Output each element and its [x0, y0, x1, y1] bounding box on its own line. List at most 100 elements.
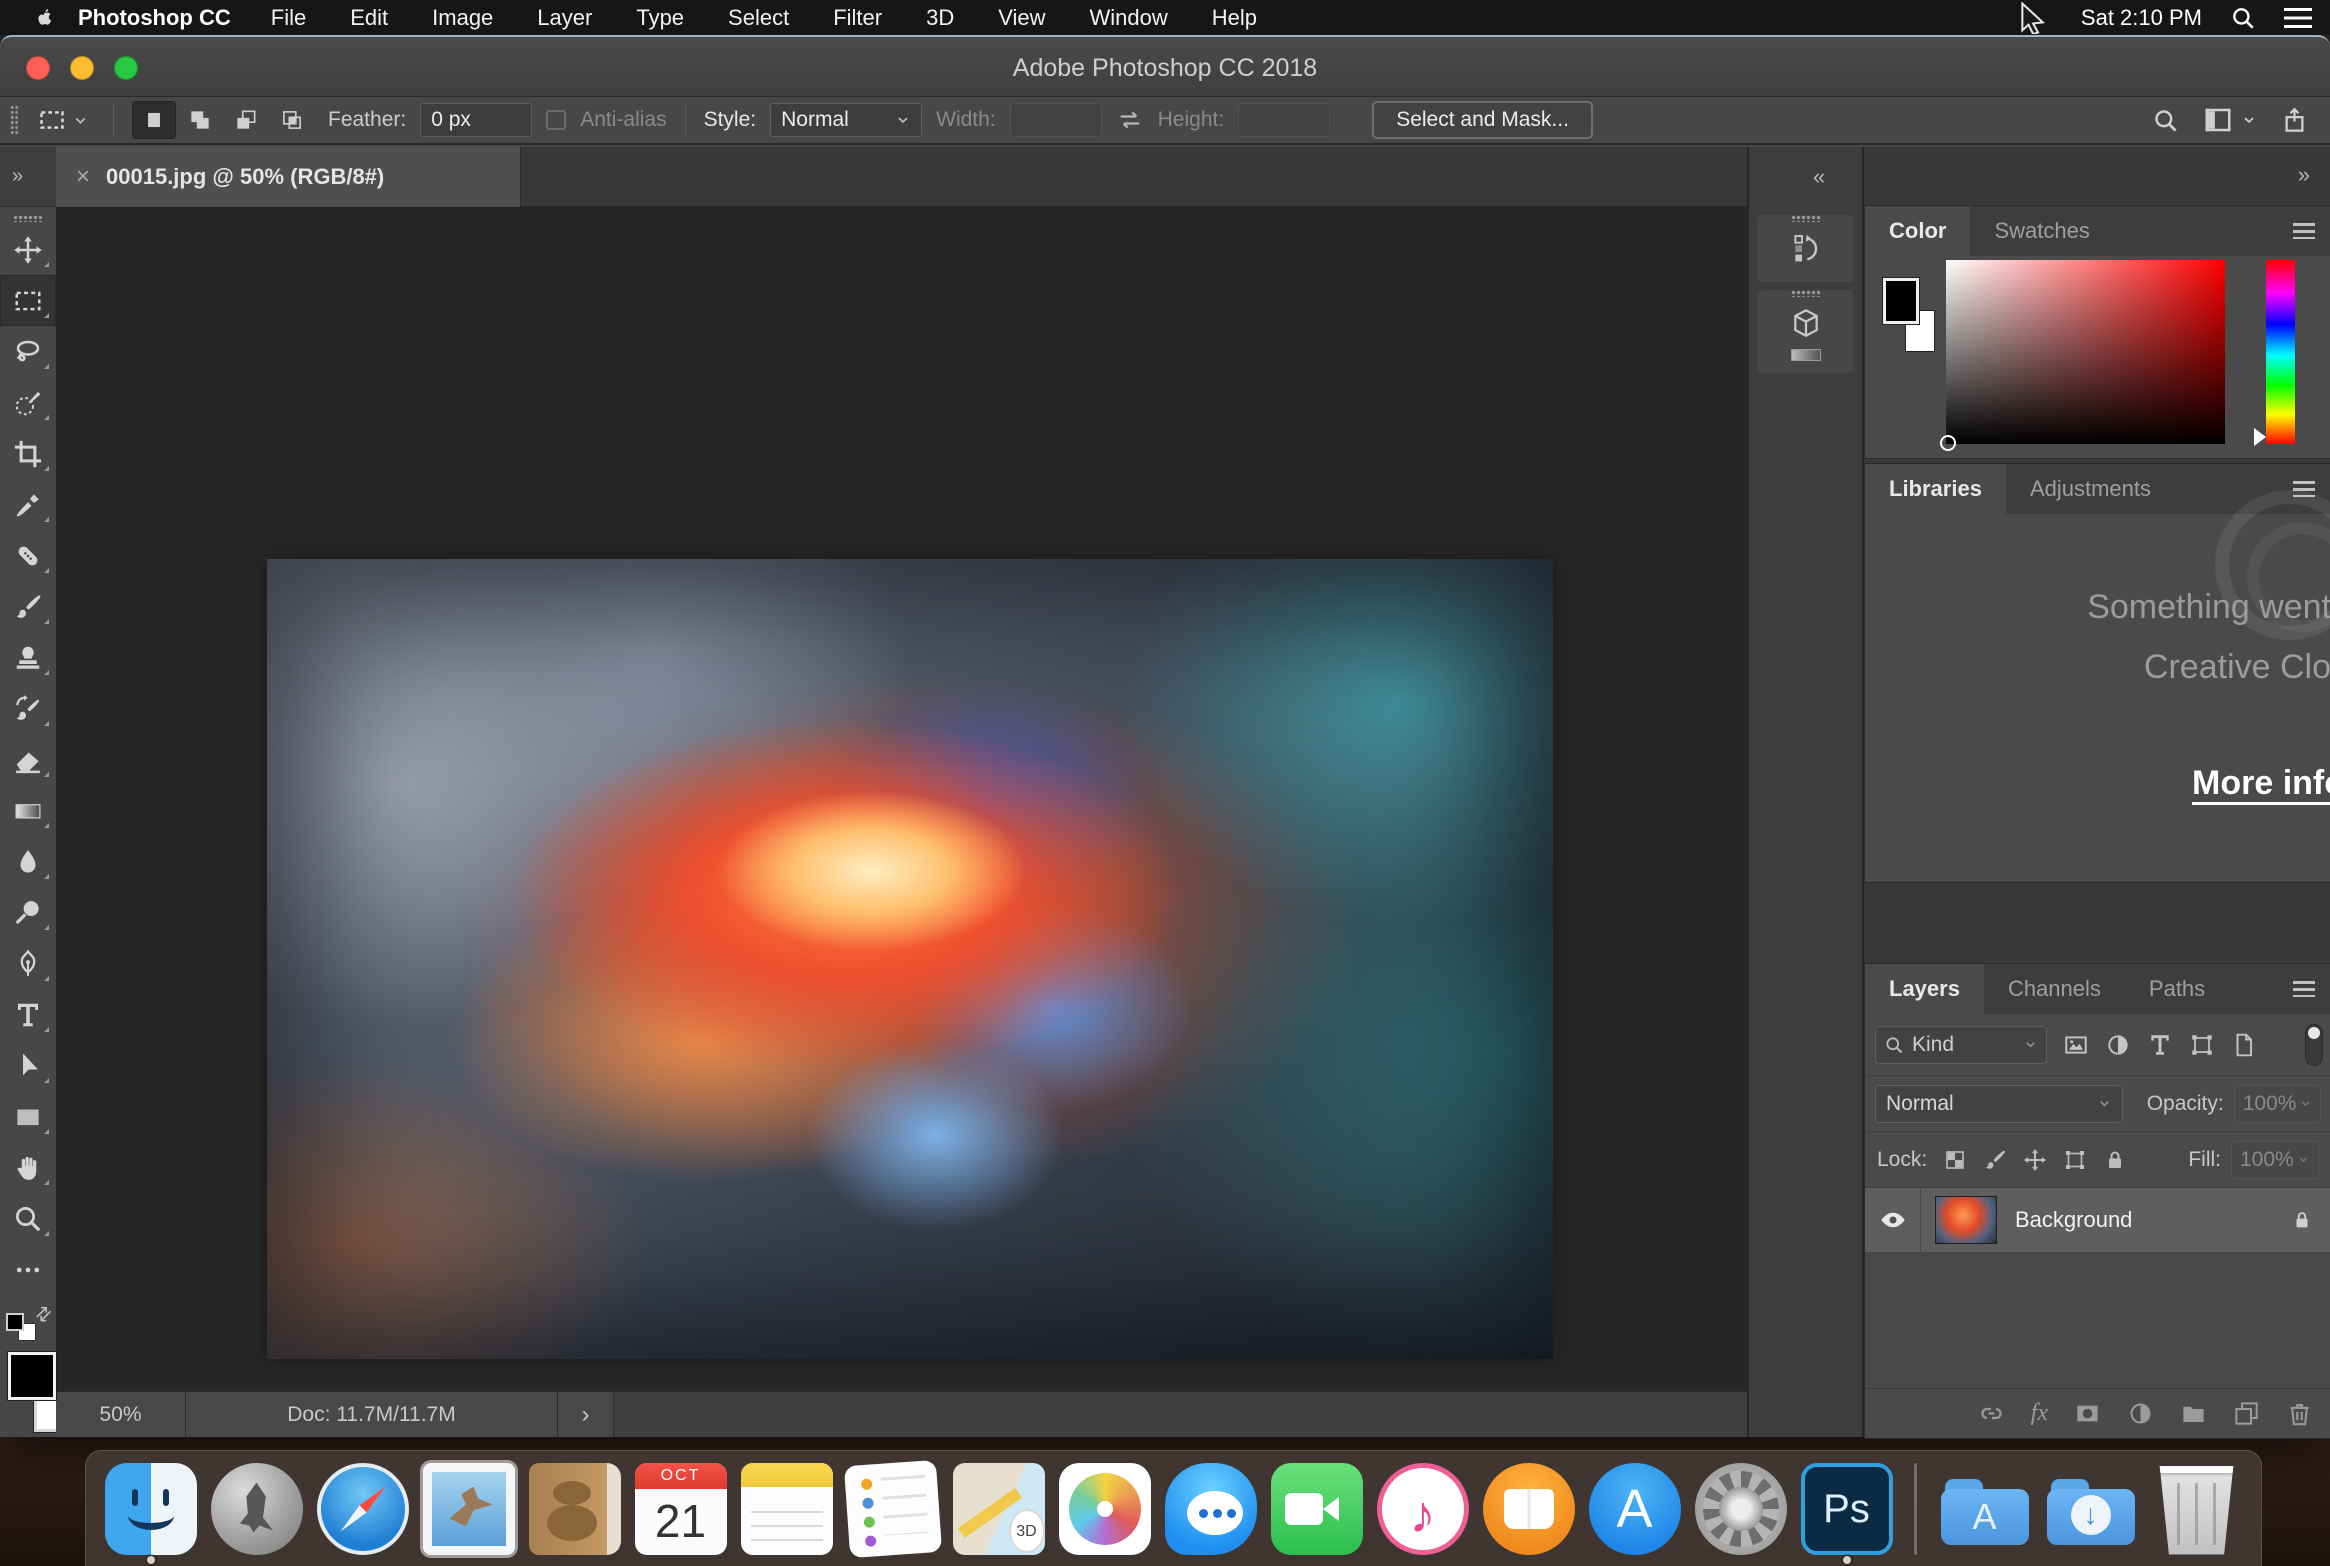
select-and-mask-button[interactable]: Select and Mask...: [1372, 101, 1593, 139]
add-to-selection-button[interactable]: [178, 101, 222, 139]
saturation-brightness-field[interactable]: [1940, 260, 2225, 451]
lasso-tool[interactable]: [0, 326, 56, 377]
options-grip-handle[interactable]: [10, 105, 18, 135]
type-tool[interactable]: [0, 989, 56, 1040]
layer-filter-kind-dropdown[interactable]: Kind: [1875, 1025, 2047, 1064]
blur-tool[interactable]: [0, 836, 56, 887]
menu-app-name[interactable]: Photoshop CC: [78, 5, 231, 31]
lock-artboard-icon[interactable]: [2063, 1148, 2087, 1172]
eyedropper-tool[interactable]: [0, 479, 56, 530]
panel-tab[interactable]: Channels: [1984, 964, 2125, 1014]
gradient-tool[interactable]: [0, 785, 56, 836]
rectangle-tool[interactable]: [0, 1091, 56, 1142]
notes[interactable]: [739, 1453, 835, 1565]
width-input[interactable]: [1009, 103, 1102, 137]
safari[interactable]: [315, 1453, 411, 1565]
layer-locked-icon[interactable]: [2291, 1209, 2313, 1231]
reminders[interactable]: [843, 1453, 942, 1565]
trash[interactable]: [2149, 1453, 2245, 1565]
status-options-chevron[interactable]: ›: [558, 1392, 614, 1437]
menu-item[interactable]: Layer: [515, 0, 614, 35]
spot-healing-brush-tool[interactable]: [0, 530, 56, 581]
menu-item[interactable]: Select: [706, 0, 811, 35]
panel-tab[interactable]: Adjustments: [2006, 464, 2175, 514]
opacity-value[interactable]: 100%: [2233, 1084, 2321, 1123]
photos[interactable]: [1057, 1453, 1153, 1565]
filter-shape-layers-icon[interactable]: [2189, 1032, 2215, 1058]
expand-panels-control[interactable]: »: [1864, 147, 2330, 203]
history-panel-icon[interactable]: [1757, 224, 1854, 272]
layer-style-icon[interactable]: fx: [2031, 1400, 2048, 1427]
toolbar-expand-control[interactable]: »: [0, 147, 56, 207]
menu-clock[interactable]: Sat 2:10 PM: [2081, 5, 2202, 31]
panel-tab[interactable]: Paths: [2125, 964, 2229, 1014]
layer-filter-toggle[interactable]: [2305, 1024, 2323, 1066]
system-preferences[interactable]: [1693, 1453, 1789, 1565]
filter-adjustment-layers-icon[interactable]: [2105, 1032, 2131, 1058]
brush-tool[interactable]: [0, 581, 56, 632]
add-layer-mask-icon[interactable]: [2074, 1400, 2101, 1427]
panel-grip-handle[interactable]: [1790, 290, 1821, 297]
panel-grip-handle[interactable]: [1790, 215, 1821, 222]
workspace-switcher[interactable]: [2203, 105, 2257, 135]
mini-foreground-swatch[interactable]: [6, 1313, 24, 1331]
document-size-info[interactable]: Doc: 11.7M/11.7M: [186, 1392, 558, 1437]
crop-tool[interactable]: [0, 428, 56, 479]
contacts[interactable]: [527, 1453, 623, 1565]
menu-item[interactable]: Edit: [328, 0, 410, 35]
history-brush-tool[interactable]: [0, 683, 56, 734]
subtract-from-selection-button[interactable]: [224, 101, 268, 139]
tab-close-icon[interactable]: ×: [76, 163, 90, 191]
downloads-folder[interactable]: ↓: [2043, 1453, 2139, 1565]
style-dropdown[interactable]: Normal: [770, 103, 923, 137]
gradients-panel-icon[interactable]: [1790, 349, 1821, 361]
panel-tab[interactable]: Libraries: [1865, 464, 2006, 514]
foreground-color-swatch[interactable]: [8, 1352, 56, 1400]
menu-item[interactable]: Help: [1190, 0, 1279, 35]
toolbar-grip-handle[interactable]: [13, 215, 43, 222]
dodge-tool[interactable]: [0, 887, 56, 938]
delete-layer-icon[interactable]: [2286, 1400, 2313, 1427]
maps[interactable]: 3D: [951, 1453, 1047, 1565]
layer-thumbnail[interactable]: [1935, 1196, 1997, 1244]
tool-preset-picker[interactable]: [32, 103, 95, 137]
hue-slider[interactable]: [2254, 260, 2295, 446]
panel-menu-icon[interactable]: [2293, 981, 2315, 997]
eraser-tool[interactable]: [0, 734, 56, 785]
zoom-level-field[interactable]: 50%: [56, 1392, 186, 1437]
menu-item[interactable]: Filter: [811, 0, 904, 35]
more-info-link[interactable]: More info: [2192, 764, 2330, 803]
share-icon[interactable]: [2281, 107, 2308, 134]
intersect-selection-button[interactable]: [270, 101, 314, 139]
new-group-icon[interactable]: [2180, 1400, 2207, 1427]
document-image[interactable]: [267, 559, 1553, 1359]
foreground-color-swatch[interactable]: [1883, 278, 1919, 324]
blend-mode-dropdown[interactable]: Normal: [1875, 1084, 2123, 1123]
menu-item[interactable]: Window: [1068, 0, 1190, 35]
move-tool[interactable]: [0, 224, 56, 275]
messages[interactable]: [1163, 1453, 1259, 1565]
layer-row[interactable]: Background: [1865, 1188, 2330, 1252]
new-layer-icon[interactable]: [2233, 1400, 2260, 1427]
feather-input[interactable]: 0 px: [420, 103, 533, 137]
path-selection-tool[interactable]: [0, 1040, 56, 1091]
zoom-tool[interactable]: [0, 1193, 56, 1244]
notification-center-icon[interactable]: [2284, 7, 2312, 28]
menu-item[interactable]: File: [249, 0, 328, 35]
menu-item[interactable]: 3D: [904, 0, 976, 35]
filter-smart-objects-icon[interactable]: [2231, 1032, 2257, 1058]
panel-tab[interactable]: Color: [1865, 206, 1971, 256]
default-colors-control[interactable]: ⇄: [6, 1301, 57, 1343]
swap-width-height-icon[interactable]: [1116, 106, 1144, 134]
canvas-area[interactable]: [56, 207, 1747, 1390]
panel-tab[interactable]: Layers: [1865, 964, 1984, 1014]
quick-selection-tool[interactable]: [0, 377, 56, 428]
3d-panel-icon[interactable]: [1757, 299, 1854, 347]
lock-transparency-icon[interactable]: [1943, 1148, 1967, 1172]
menu-item[interactable]: Type: [614, 0, 706, 35]
photoshop[interactable]: Ps: [1799, 1453, 1895, 1565]
lock-pixels-icon[interactable]: [1983, 1148, 2007, 1172]
rectangular-marquee-tool[interactable]: [0, 275, 56, 326]
facetime[interactable]: [1269, 1453, 1365, 1565]
hue-slider-marker[interactable]: [2254, 428, 2266, 446]
